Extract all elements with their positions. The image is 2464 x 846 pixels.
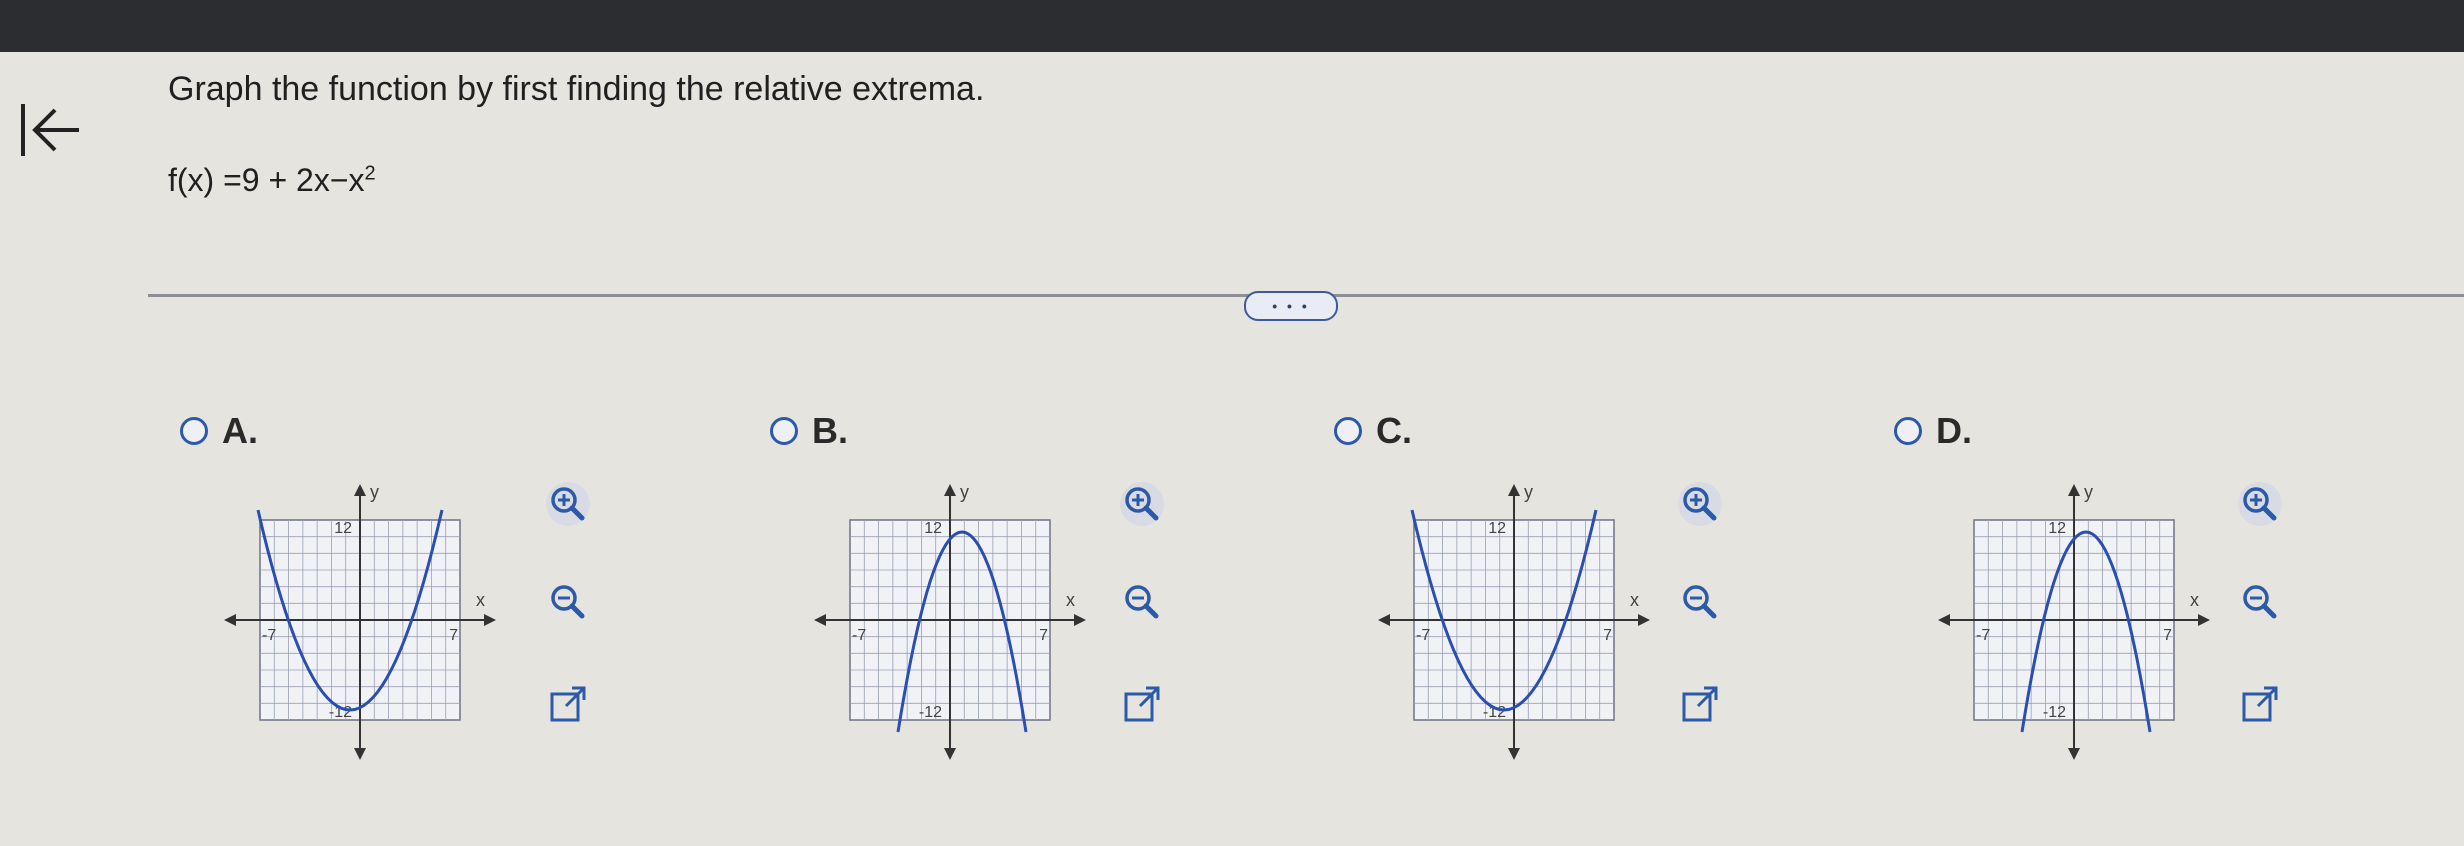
y-axis-bottom-arrow xyxy=(354,748,366,760)
x-axis-label: x xyxy=(476,590,485,610)
open-graph-button[interactable] xyxy=(1118,680,1166,728)
open-graph-button[interactable] xyxy=(544,680,592,728)
zoom-out-button[interactable] xyxy=(544,578,592,626)
y-min-tick-label: -12 xyxy=(2043,704,2066,721)
y-axis-top-arrow xyxy=(354,484,366,496)
zoom-out-icon xyxy=(1683,585,1717,619)
y-max-tick-label: 12 xyxy=(2048,520,2066,537)
x-axis-left-arrow xyxy=(1378,614,1390,626)
option-d[interactable]: D. xyxy=(1894,410,1972,452)
x-axis-left-arrow xyxy=(814,614,826,626)
graph-option-d: y x 12 -12 -7 7 xyxy=(1938,482,2210,760)
x-max-tick-label: 7 xyxy=(1039,627,1048,644)
y-axis-top-arrow xyxy=(2068,484,2080,496)
x-axis-label: x xyxy=(2190,590,2199,610)
x-min-tick-label: -7 xyxy=(852,627,866,644)
y-axis-top-arrow xyxy=(1508,484,1520,496)
top-bar xyxy=(0,0,2464,58)
graph-option-a: yx12-12-7 7 xyxy=(224,482,496,760)
zoom-in-icon xyxy=(546,482,590,526)
y-axis-label: y xyxy=(2084,482,2093,502)
x-axis-right-arrow xyxy=(484,614,496,626)
more-button[interactable]: • • • xyxy=(1244,291,1338,321)
graph-option-b: y x 12 -12 -7 7 xyxy=(814,482,1086,760)
zoom-in-icon xyxy=(2238,482,2282,526)
open-new-window-icon xyxy=(1682,686,1718,722)
back-arrow-icon xyxy=(21,104,79,156)
function-exponent: 2 xyxy=(364,162,376,185)
y-axis-bottom-arrow xyxy=(1508,748,1520,760)
zoom-out-button[interactable] xyxy=(2236,578,2284,626)
x-max-tick-label: 7 xyxy=(2163,627,2172,644)
option-a[interactable]: A. xyxy=(180,410,258,452)
x-min-tick-label: -7 xyxy=(1416,627,1430,644)
question-title: Graph the function by first finding the … xyxy=(168,70,985,108)
zoom-in-icon xyxy=(1678,482,1722,526)
radio-option-c[interactable] xyxy=(1334,417,1362,445)
open-new-window-icon xyxy=(550,686,586,722)
y-max-tick-label: 12 xyxy=(1488,520,1506,537)
zoom-in-icon xyxy=(1120,482,1164,526)
x-axis-left-arrow xyxy=(224,614,236,626)
x-axis-right-arrow xyxy=(2198,614,2210,626)
y-axis-bottom-arrow xyxy=(944,748,956,760)
radio-option-b[interactable] xyxy=(770,417,798,445)
y-axis-bottom-arrow xyxy=(2068,748,2080,760)
zoom-out-button[interactable] xyxy=(1118,578,1166,626)
zoom-in-button[interactable] xyxy=(544,480,592,528)
x-axis-right-arrow xyxy=(1074,614,1086,626)
zoom-out-icon xyxy=(551,585,585,619)
option-c-label: C. xyxy=(1376,410,1412,451)
open-new-window-icon xyxy=(1124,686,1160,722)
x-min-tick-label: -7 xyxy=(262,627,276,644)
zoom-out-button[interactable] xyxy=(1676,578,1724,626)
zoom-out-icon xyxy=(1125,585,1159,619)
y-axis-top-arrow xyxy=(944,484,956,496)
x-axis-left-arrow xyxy=(1938,614,1950,626)
y-axis-label: y xyxy=(1524,482,1533,502)
x-max-tick-label: 7 xyxy=(449,627,458,644)
option-c[interactable]: C. xyxy=(1334,410,1412,452)
zoom-in-button[interactable] xyxy=(2236,480,2284,528)
zoom-in-button[interactable] xyxy=(1118,480,1166,528)
x-max-tick-label: 7 xyxy=(1603,627,1612,644)
y-axis-label: y xyxy=(960,482,969,502)
y-min-tick-label: -12 xyxy=(919,704,942,721)
zoom-in-button[interactable] xyxy=(1676,480,1724,528)
option-b[interactable]: B. xyxy=(770,410,848,452)
y-max-tick-label: 12 xyxy=(924,520,942,537)
radio-option-d[interactable] xyxy=(1894,417,1922,445)
x-min-tick-label: -7 xyxy=(1976,627,1990,644)
option-d-label: D. xyxy=(1936,410,1972,451)
zoom-out-icon xyxy=(2243,585,2277,619)
radio-option-a[interactable] xyxy=(180,417,208,445)
x-axis-label: x xyxy=(1630,590,1639,610)
function-text: f(x) =9 + 2x−x xyxy=(168,162,365,198)
y-axis-label: y xyxy=(370,482,379,502)
more-button-label: • • • xyxy=(1272,298,1310,314)
open-graph-button[interactable] xyxy=(1676,680,1724,728)
option-b-label: B. xyxy=(812,410,848,451)
x-axis-label: x xyxy=(1066,590,1075,610)
function-expression: f(x) =9 + 2x−x2 xyxy=(168,162,376,199)
y-max-tick-label: 12 xyxy=(334,520,352,537)
back-button[interactable] xyxy=(14,98,86,162)
x-axis-right-arrow xyxy=(1638,614,1650,626)
option-a-label: A. xyxy=(222,410,258,451)
graph-option-c: yx12-12-7 7 xyxy=(1378,482,1650,760)
open-graph-button[interactable] xyxy=(2236,680,2284,728)
open-new-window-icon xyxy=(2242,686,2278,722)
